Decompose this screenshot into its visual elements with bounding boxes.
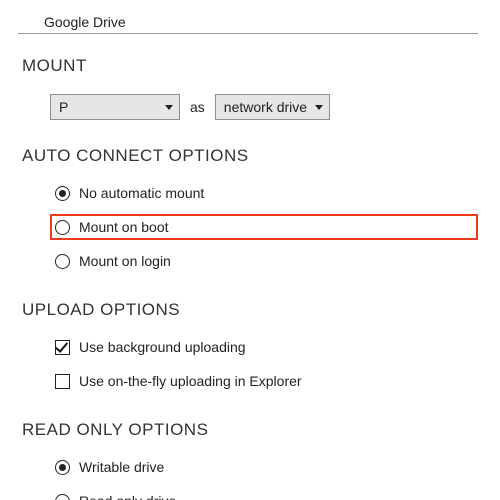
radio-icon <box>55 460 70 475</box>
checkbox-icon <box>55 340 70 355</box>
radio-label: Read only drive <box>79 493 176 500</box>
drive-letter-select[interactable]: P <box>50 94 180 120</box>
check-label: Use background uploading <box>79 339 246 355</box>
check-label: Use on-the-fly uploading in Explorer <box>79 373 302 389</box>
section-heading-readonly: READ ONLY OPTIONS <box>22 420 478 440</box>
radio-icon <box>55 494 70 500</box>
mount-type-select[interactable]: network drive <box>215 94 330 120</box>
page-title: Google Drive <box>18 14 478 34</box>
section-heading-upload: UPLOAD OPTIONS <box>22 300 478 320</box>
chevron-down-icon <box>165 105 173 110</box>
mount-type-value: network drive <box>224 99 307 115</box>
section-heading-auto-connect: AUTO CONNECT OPTIONS <box>22 146 478 166</box>
radio-label: Mount on boot <box>79 219 169 235</box>
checkbox-icon <box>55 374 70 389</box>
auto-connect-options: No automatic mount Mount on boot Mount o… <box>22 180 478 274</box>
radio-mount-on-boot[interactable]: Mount on boot <box>50 214 478 240</box>
radio-read-only-drive[interactable]: Read only drive <box>50 488 478 500</box>
chevron-down-icon <box>315 105 323 110</box>
readonly-options: Writable drive Read only drive <box>22 454 478 500</box>
radio-mount-on-login[interactable]: Mount on login <box>50 248 478 274</box>
radio-icon <box>55 254 70 269</box>
drive-letter-value: P <box>59 99 68 115</box>
radio-label: Writable drive <box>79 459 164 475</box>
radio-icon <box>55 186 70 201</box>
radio-icon <box>55 220 70 235</box>
section-heading-mount: MOUNT <box>22 56 478 76</box>
radio-no-automatic-mount[interactable]: No automatic mount <box>50 180 478 206</box>
radio-label: No automatic mount <box>79 185 204 201</box>
as-label: as <box>190 99 205 115</box>
radio-writable-drive[interactable]: Writable drive <box>50 454 478 480</box>
check-onthefly-uploading[interactable]: Use on-the-fly uploading in Explorer <box>50 368 478 394</box>
upload-options: Use background uploading Use on-the-fly … <box>22 334 478 394</box>
check-background-uploading[interactable]: Use background uploading <box>50 334 478 360</box>
mount-row: P as network drive <box>22 94 478 120</box>
radio-label: Mount on login <box>79 253 171 269</box>
